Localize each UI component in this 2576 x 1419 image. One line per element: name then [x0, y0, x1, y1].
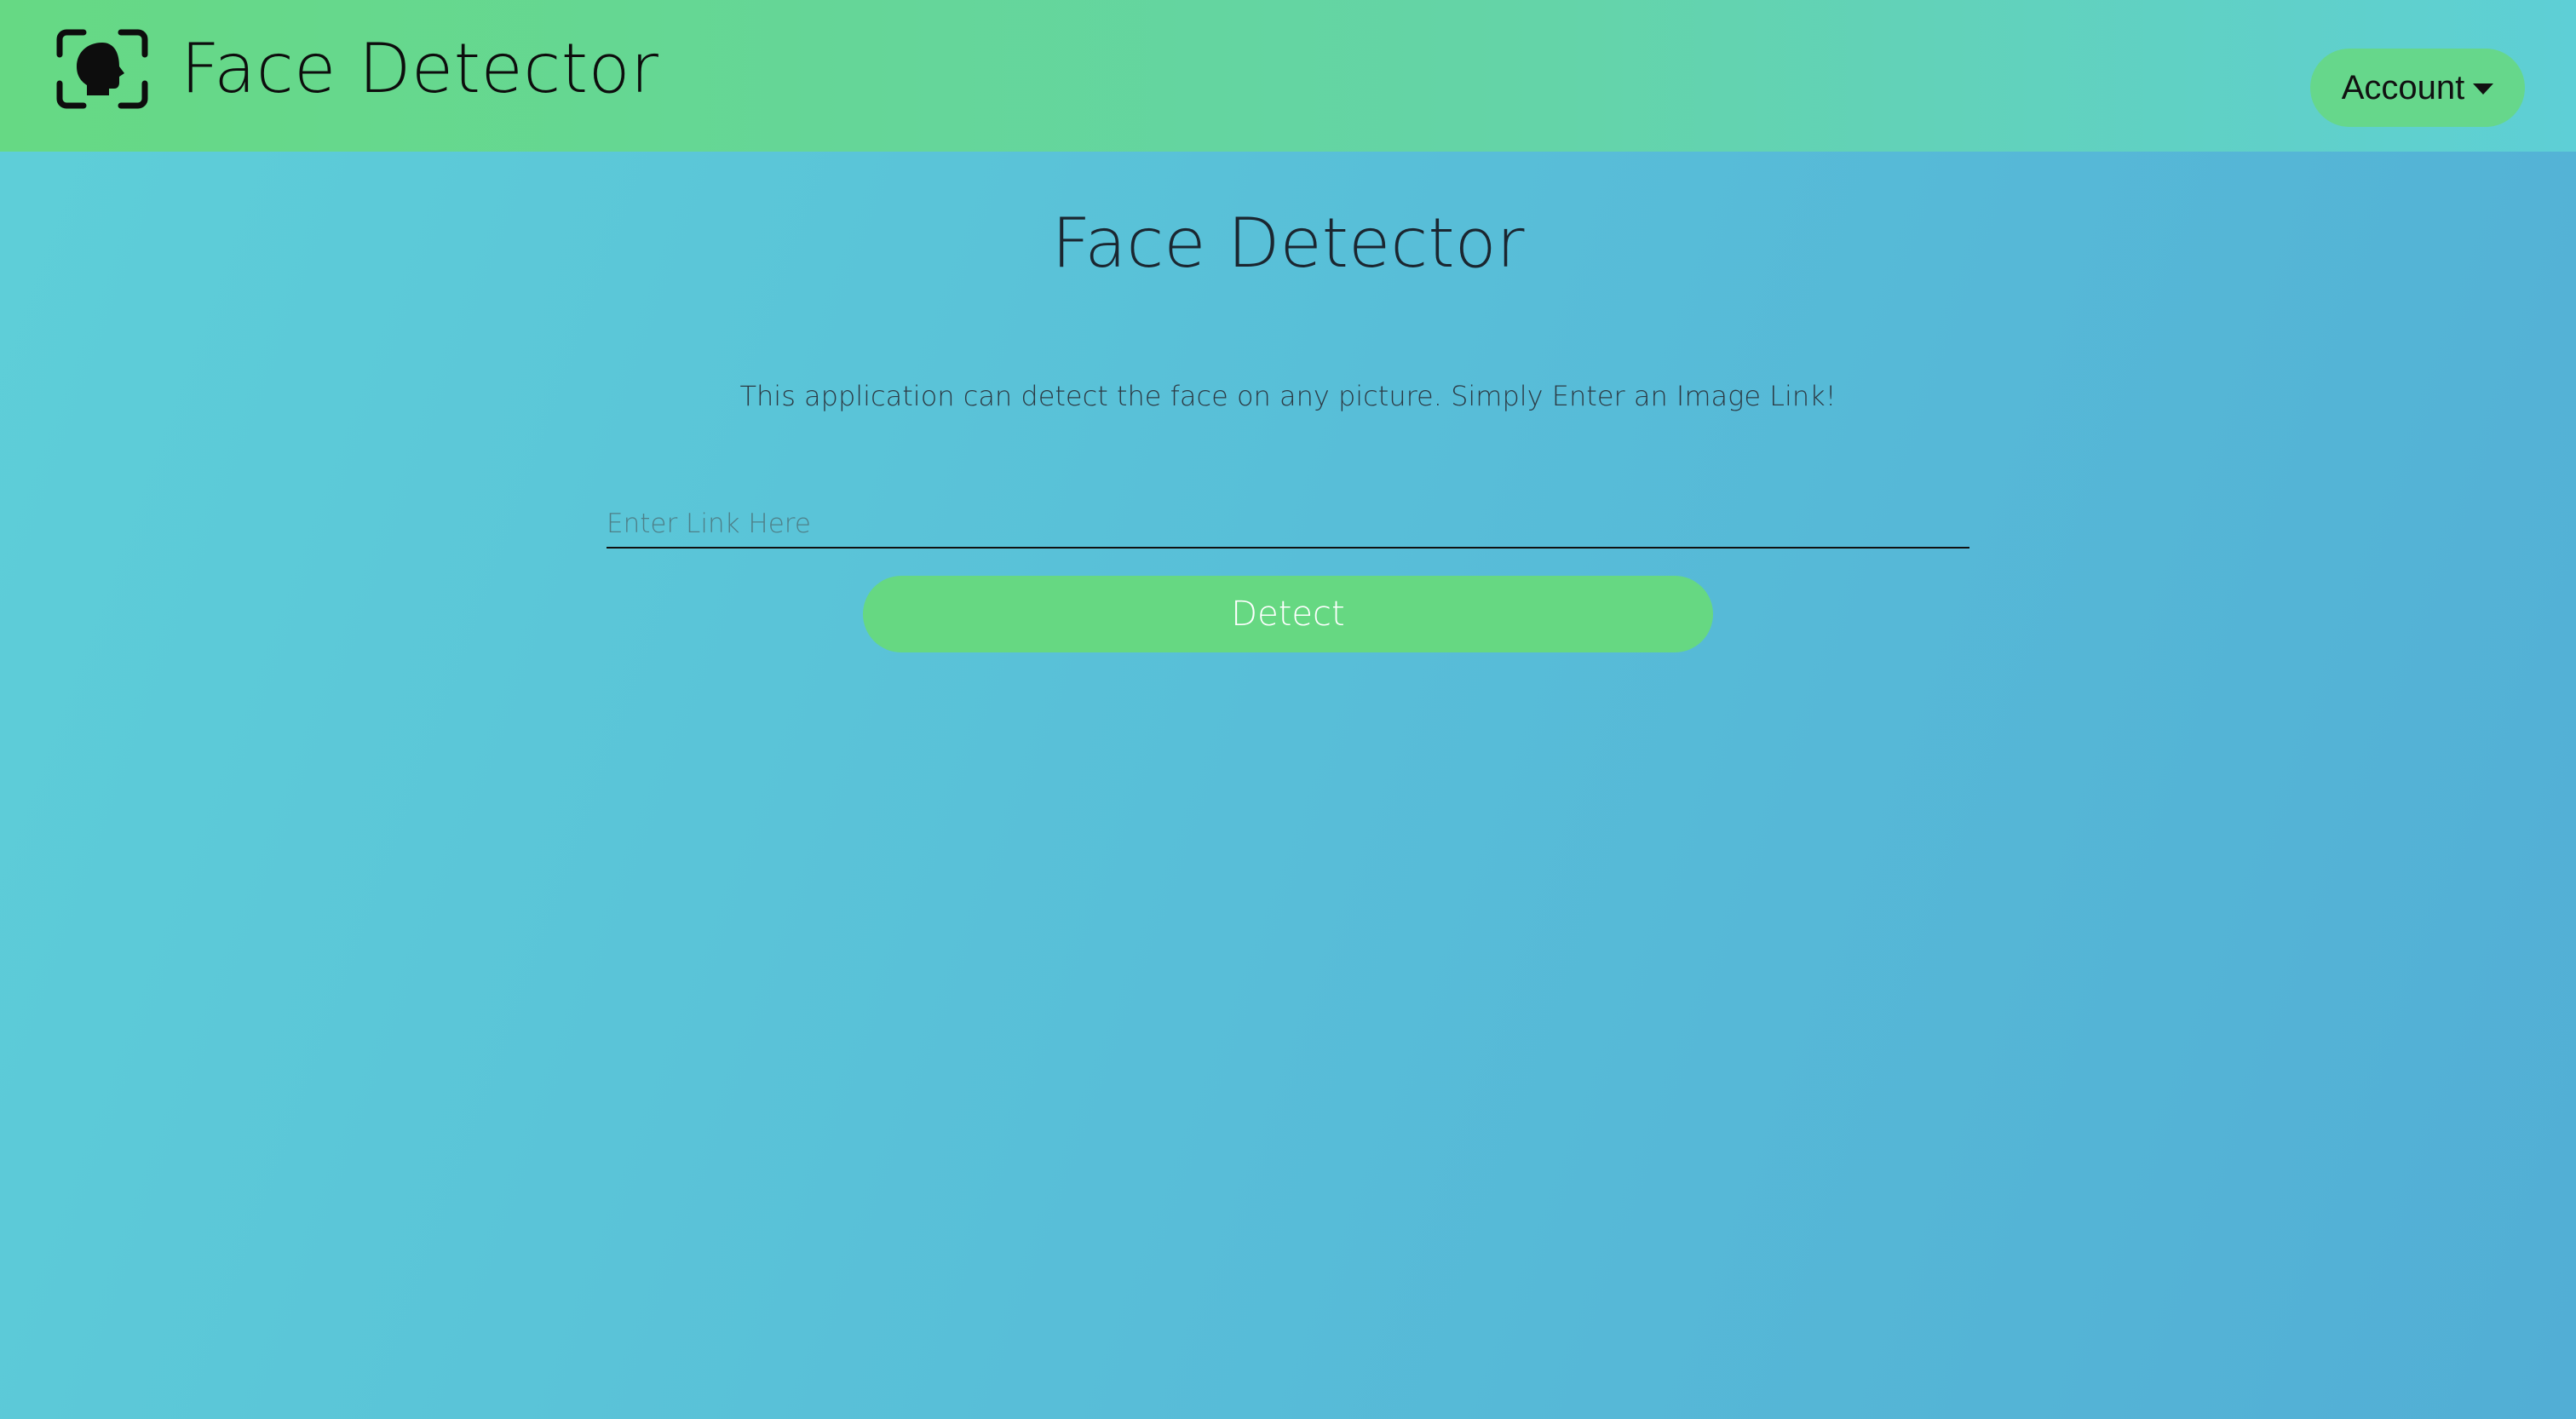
account-label: Account — [2341, 68, 2465, 106]
description-text: This application can detect the face on … — [739, 380, 1837, 412]
account-dropdown-button[interactable]: Account — [2310, 49, 2525, 127]
image-link-input[interactable] — [607, 501, 1969, 549]
page-title: Face Detector — [1051, 204, 1525, 283]
detect-button[interactable]: Detect — [863, 576, 1713, 652]
brand-title: Face Detector — [181, 29, 659, 108]
face-scan-icon — [56, 29, 148, 109]
caret-down-icon — [2473, 83, 2494, 95]
navbar: Face Detector Account — [0, 0, 2576, 152]
brand[interactable]: Face Detector — [55, 29, 658, 109]
